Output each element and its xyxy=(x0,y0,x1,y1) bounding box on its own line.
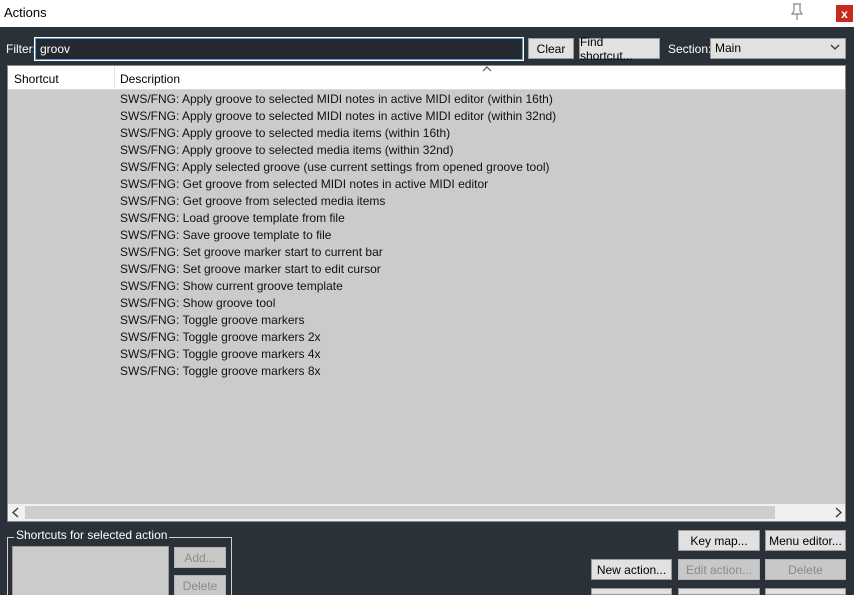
close-button[interactable]: x xyxy=(836,5,853,22)
shortcuts-group-title: Shortcuts for selected action xyxy=(14,528,170,542)
list-item[interactable]: SWS/FNG: Apply groove to selected MIDI n… xyxy=(8,91,845,108)
list-rows: SWS/FNG: Apply groove to selected MIDI n… xyxy=(8,91,845,380)
new-action-button[interactable]: New action... xyxy=(591,559,672,580)
edit-action-button[interactable]: Edit action... xyxy=(678,559,760,580)
column-divider[interactable] xyxy=(114,66,115,90)
list-item[interactable]: SWS/FNG: Apply selected groove (use curr… xyxy=(8,159,845,176)
filter-label: Filter: xyxy=(6,42,36,56)
list-item[interactable]: SWS/FNG: Toggle groove markers 2x xyxy=(8,329,845,346)
list-item[interactable]: SWS/FNG: Set groove marker start to curr… xyxy=(8,244,845,261)
list-item[interactable]: SWS/FNG: Apply groove to selected MIDI n… xyxy=(8,108,845,125)
key-map-button[interactable]: Key map... xyxy=(678,530,760,551)
section-value: Main xyxy=(715,41,742,55)
scroll-right-icon[interactable] xyxy=(833,507,843,518)
menu-editor-button[interactable]: Menu editor... xyxy=(765,530,846,551)
actions-list[interactable]: Shortcut Description SWS/FNG: Apply groo… xyxy=(7,65,846,522)
scrollbar-thumb[interactable] xyxy=(25,506,775,519)
close-icon: x xyxy=(841,6,848,21)
list-item[interactable]: SWS/FNG: Set groove marker start to edit… xyxy=(8,261,845,278)
find-shortcut-button[interactable]: Find shortcut... xyxy=(579,35,660,63)
list-item[interactable]: SWS/FNG: Show groove tool xyxy=(8,295,845,312)
action-button-partial[interactable] xyxy=(678,588,760,595)
window-title: Actions xyxy=(4,5,47,20)
list-item[interactable]: SWS/FNG: Toggle groove markers 8x xyxy=(8,363,845,380)
list-item[interactable]: SWS/FNG: Toggle groove markers xyxy=(8,312,845,329)
section-label: Section: xyxy=(668,42,712,56)
clear-button[interactable]: Clear xyxy=(528,38,574,59)
chevron-down-icon xyxy=(830,44,840,50)
list-item[interactable]: SWS/FNG: Apply groove to selected media … xyxy=(8,142,845,159)
list-item[interactable]: SWS/FNG: Load groove template from file xyxy=(8,210,845,227)
column-header-description[interactable]: Description xyxy=(120,72,180,86)
action-button-partial[interactable] xyxy=(765,588,846,595)
filter-input[interactable] xyxy=(34,37,524,61)
section-select[interactable]: Main xyxy=(710,38,846,59)
pin-icon[interactable] xyxy=(788,2,806,22)
list-item[interactable]: SWS/FNG: Get groove from selected media … xyxy=(8,193,845,210)
list-item[interactable]: SWS/FNG: Show current groove template xyxy=(8,278,845,295)
scroll-left-icon[interactable] xyxy=(11,507,21,518)
delete-action-button[interactable]: Delete xyxy=(765,559,846,580)
column-header-shortcut[interactable]: Shortcut xyxy=(14,72,59,86)
list-item[interactable]: SWS/FNG: Toggle groove markers 4x xyxy=(8,346,845,363)
horizontal-scrollbar[interactable] xyxy=(8,504,845,521)
action-button-partial[interactable] xyxy=(591,588,672,595)
title-bar: Actions x xyxy=(0,0,854,27)
shortcut-list[interactable] xyxy=(12,546,169,595)
list-item[interactable]: SWS/FNG: Get groove from selected MIDI n… xyxy=(8,176,845,193)
list-item[interactable]: SWS/FNG: Apply groove to selected media … xyxy=(8,125,845,142)
list-item[interactable]: SWS/FNG: Save groove template to file xyxy=(8,227,845,244)
delete-shortcut-button[interactable]: Delete xyxy=(174,575,226,595)
sort-ascending-icon xyxy=(482,66,492,72)
add-shortcut-button[interactable]: Add... xyxy=(174,547,226,568)
list-header: Shortcut Description xyxy=(8,66,845,90)
